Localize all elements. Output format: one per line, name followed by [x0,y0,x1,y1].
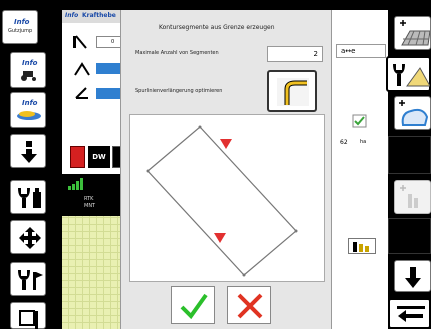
contour-dialog: Kontursegmente aus Grenze erzeugen Maxim… [120,10,332,329]
max-segments-value: 2 [313,50,318,58]
wrench-settings-icon [18,188,41,208]
boundary-vertex [242,273,246,277]
gps-panel: RTK MNT [62,174,126,216]
add-disabled-button[interactable] [394,180,431,214]
implement-guidance-button[interactable] [386,56,431,92]
boundary-preview [146,125,298,277]
download-right-button[interactable] [394,260,431,292]
boundary-vertex [198,125,202,129]
arrow-left-icon [397,306,425,322]
field-map [62,216,128,329]
cancel-button[interactable] [227,286,271,324]
tractor-icon [21,71,36,81]
gps-line1: RTK [84,196,94,202]
lock-red-icon [70,146,85,168]
info-tractor-button[interactable]: Info [10,52,46,88]
dialog-title: Kontursegmente aus Grenze erzeugen [159,24,275,31]
header-info-label: Info [65,12,79,19]
wrench-flag-icon [18,270,43,290]
lift-height-icon [73,35,87,49]
optimize-label: Spurlinienverlängerung optimieren [135,88,223,94]
add-disabled-icon [400,185,418,208]
gutzjump-label: Gutzjump [8,28,33,34]
area-value: 62 [340,139,348,146]
optimize-toggle-button[interactable] [267,70,317,112]
info-gutzjump-button[interactable]: Info Gutzjump [2,10,38,44]
gps-line2: MNT [84,203,96,209]
back-button[interactable] [388,298,431,329]
info-label: Info [22,99,38,107]
tab-right[interactable]: a↔e [336,44,386,58]
info-implement-button[interactable]: Info [10,92,46,128]
check-small-icon [352,114,367,128]
mountain-icon [74,62,90,76]
dw-badge: DW [88,146,110,168]
empty-slot-2 [388,218,431,254]
area-unit: ha [360,139,367,145]
move-button[interactable] [10,220,46,254]
boundary-vertex [294,229,298,233]
max-segments-label: Maximale Anzahl von Segmenten [135,50,219,56]
angle-icon [75,87,88,99]
boundary-shape [147,126,297,276]
confirm-button[interactable] [171,286,215,324]
signal-bars-icon [68,178,83,190]
info-label: Info [14,18,30,26]
add-grid-icon [400,20,430,46]
add-boundary-button[interactable] [394,96,431,130]
segments-icon [353,242,369,252]
add-boundary-icon [399,100,429,126]
move-arrows-icon [19,227,41,249]
segments-button-bg[interactable] [348,238,376,254]
max-segments-input[interactable]: 2 [267,46,323,62]
header-title: Krafthebe [82,12,116,19]
wrench-flag-button[interactable] [10,262,46,296]
info-label: Info [22,59,38,67]
tool-settings-button[interactable] [10,180,46,214]
flag-button[interactable] [10,302,46,329]
arrow-down-icon [21,141,37,163]
wrench-field-icon [393,64,430,87]
cross-icon [237,293,263,319]
implement-icon [17,111,41,120]
curve-extend-icon [277,78,309,106]
add-field-button[interactable] [394,16,431,50]
flag-icon [19,310,38,329]
boundary-vertex [146,169,150,173]
checkmark-icon [180,293,208,320]
arrow-down-icon [405,267,421,288]
preview-canvas [129,114,325,282]
tab-right-label: a↔e [341,47,356,55]
lift-value: 0 [111,39,115,45]
download-button[interactable] [10,134,46,168]
empty-slot-1 [388,136,431,174]
segment-marker [220,139,232,149]
